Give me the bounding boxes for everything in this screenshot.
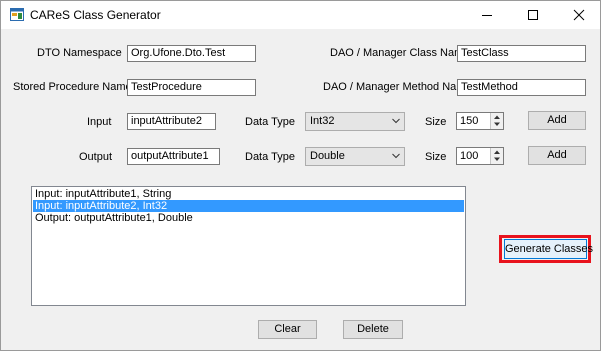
- input-attribute-field[interactable]: inputAttribute2: [127, 113, 216, 130]
- clear-button[interactable]: Clear: [258, 320, 317, 339]
- output-size-label: Size: [425, 151, 447, 163]
- output-data-type-select[interactable]: Double: [305, 147, 405, 166]
- minimize-icon: [482, 15, 492, 16]
- title-bar: CAReS Class Generator: [1, 1, 600, 29]
- input-label: Input: [87, 116, 112, 128]
- dao-class-field[interactable]: TestClass: [457, 45, 586, 62]
- spin-down-icon[interactable]: [491, 121, 503, 129]
- stored-procedure-field[interactable]: TestProcedure: [127, 79, 256, 96]
- dao-method-field[interactable]: TestMethod: [457, 79, 586, 96]
- dto-namespace-label: DTO Namespace: [37, 47, 122, 59]
- close-button[interactable]: [556, 1, 601, 29]
- add-output-button[interactable]: Add: [528, 146, 586, 165]
- input-data-type-select[interactable]: Int32: [305, 112, 405, 131]
- input-data-type-value: Int32: [310, 115, 335, 127]
- list-item[interactable]: Output: outputAttribute1, Double: [33, 212, 464, 224]
- attributes-list[interactable]: Input: inputAttribute1, String Input: in…: [31, 186, 466, 306]
- input-size-value: 150: [460, 115, 479, 127]
- stored-procedure-label: Stored Procedure Name: [13, 81, 132, 93]
- dao-method-label: DAO / Manager Method Name: [323, 81, 472, 93]
- output-label: Output: [79, 151, 113, 163]
- output-size-spin-buttons: [490, 148, 503, 164]
- close-icon: [573, 9, 585, 21]
- maximize-icon: [528, 10, 538, 20]
- dao-class-label: DAO / Manager Class Name: [330, 47, 470, 59]
- input-size-label: Size: [425, 116, 447, 128]
- output-size-stepper[interactable]: 100: [456, 147, 504, 165]
- generate-classes-button[interactable]: Generate Classes: [504, 239, 593, 259]
- add-input-button[interactable]: Add: [528, 111, 586, 130]
- chevron-down-icon: [392, 118, 400, 124]
- list-item[interactable]: Input: inputAttribute2, Int32: [33, 200, 464, 212]
- delete-button[interactable]: Delete: [343, 320, 403, 339]
- output-data-type-label: Data Type: [245, 151, 295, 163]
- form-body: DTO Namespace Org.Ufone.Dto.Test DAO / M…: [1, 29, 600, 350]
- input-size-stepper[interactable]: 150: [456, 112, 504, 130]
- spin-down-icon[interactable]: [491, 156, 503, 164]
- chevron-down-icon: [392, 153, 400, 159]
- app-window-icon: [10, 8, 24, 21]
- output-size-value: 100: [460, 150, 479, 162]
- spin-up-icon[interactable]: [491, 148, 503, 156]
- list-item[interactable]: Input: inputAttribute1, String: [33, 188, 464, 200]
- input-size-spin-buttons: [490, 113, 503, 129]
- output-data-type-value: Double: [310, 150, 345, 162]
- input-data-type-label: Data Type: [245, 116, 295, 128]
- dto-namespace-field[interactable]: Org.Ufone.Dto.Test: [127, 45, 256, 62]
- app-window: CAReS Class Generator DTO Namespace Org.…: [0, 0, 601, 351]
- minimize-button[interactable]: [464, 1, 509, 29]
- output-attribute-field[interactable]: outputAttribute1: [127, 148, 220, 165]
- spin-up-icon[interactable]: [491, 113, 503, 121]
- window-title: CAReS Class Generator: [30, 8, 161, 22]
- maximize-button[interactable]: [510, 1, 555, 29]
